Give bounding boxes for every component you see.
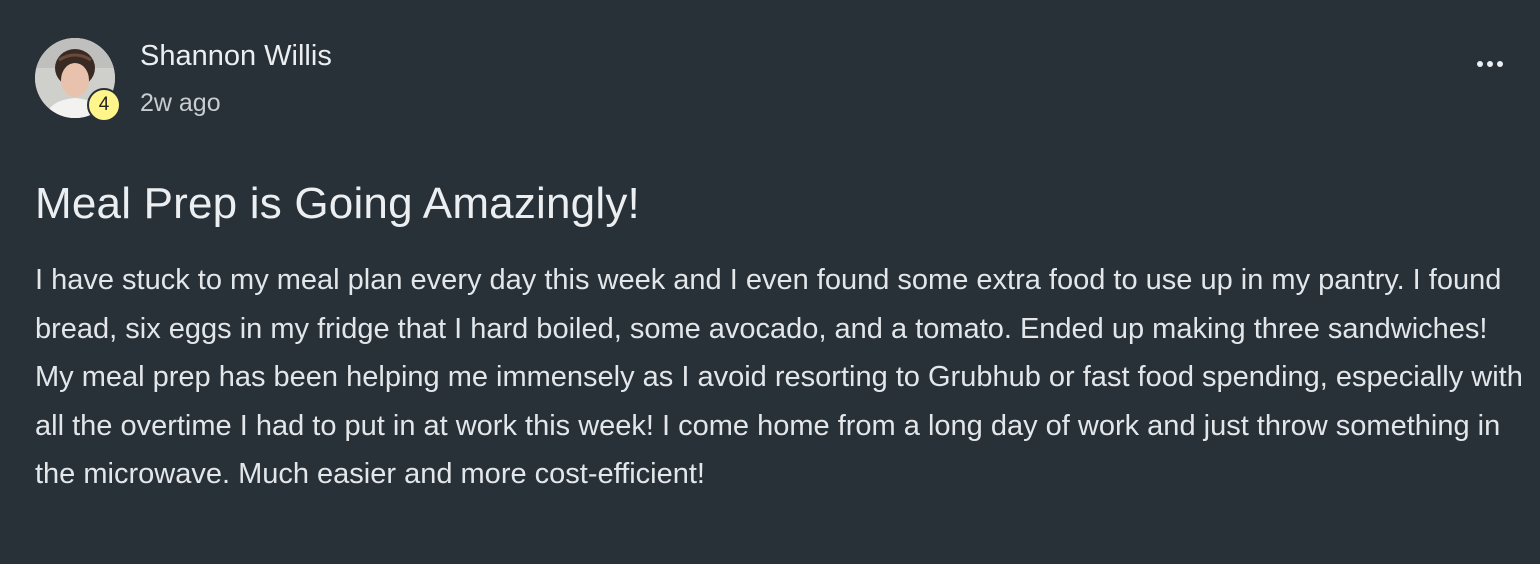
post-title: Meal Prep is Going Amazingly! — [35, 179, 640, 228]
more-horizontal-icon — [1497, 61, 1503, 67]
post-timestamp: 2w ago — [140, 89, 221, 117]
author-avatar[interactable]: 4 — [35, 38, 121, 122]
more-horizontal-icon — [1487, 61, 1493, 67]
level-badge: 4 — [87, 88, 121, 122]
more-horizontal-icon — [1477, 61, 1483, 67]
author-name[interactable]: Shannon Willis — [140, 38, 332, 74]
post-card: 4 Shannon Willis 2w ago Meal Prep is Goi… — [0, 0, 1540, 564]
more-options-button[interactable] — [1468, 46, 1512, 82]
post-body: I have stuck to my meal plan every day t… — [35, 264, 1523, 490]
